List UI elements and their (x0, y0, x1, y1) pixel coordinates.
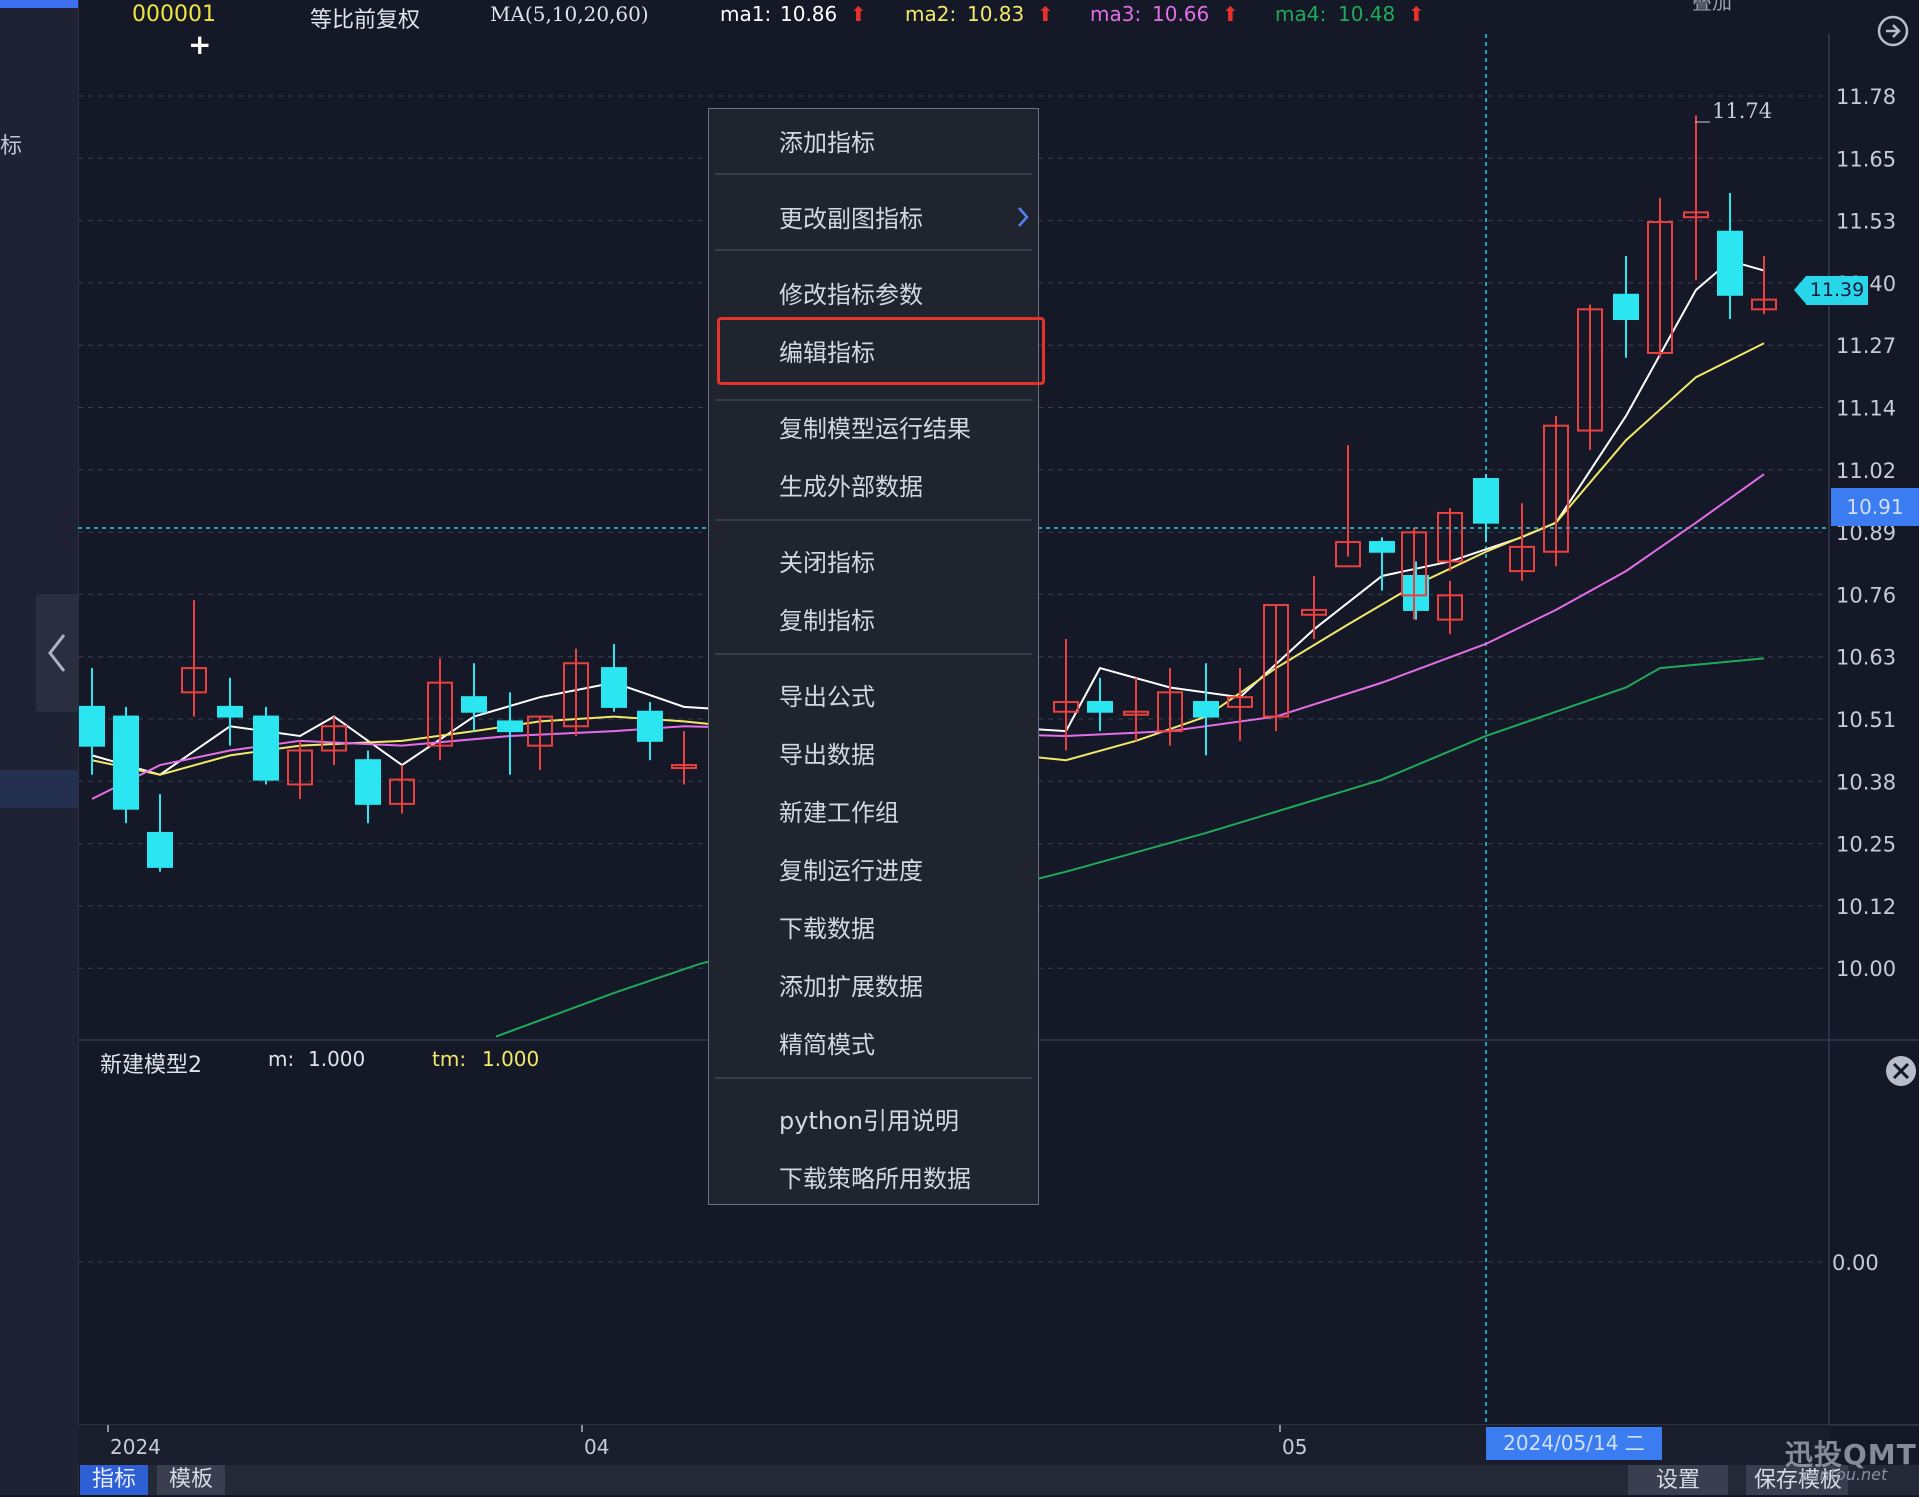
context-menu: 添加指标 更改副图指标 修改指标参数 编辑指标 复制模型运行结果 生成外部数据 … (708, 108, 1045, 1205)
menu-item-simple-mode[interactable]: 精简模式 (779, 1025, 875, 1060)
chevron-right-icon (1018, 207, 1029, 227)
menu-item-close-indicator[interactable]: 关闭指标 (779, 543, 875, 578)
subchart-m-label: m: (268, 1047, 295, 1071)
menu-separator (715, 519, 1032, 521)
menu-item-copy-run-progress[interactable]: 复制运行进度 (779, 851, 923, 886)
menu-item-download-strategy-data[interactable]: 下载策略所用数据 (779, 1159, 971, 1194)
menu-item-python-reference[interactable]: python引用说明 (779, 1101, 959, 1136)
time-axis-label: 2024 (110, 1435, 161, 1459)
price-axis-label: 10.51 (1836, 708, 1896, 732)
ma1-label: ma1: (720, 2, 772, 26)
high-price-label: 11.74 (1712, 99, 1772, 123)
menu-separator (715, 653, 1032, 655)
price-axis-label: 10.12 (1836, 895, 1896, 919)
candle-down (1193, 701, 1219, 718)
candle-down (147, 831, 173, 868)
menu-separator (715, 249, 1032, 251)
subchart-tm-label: tm: (432, 1047, 467, 1071)
ma2-label: ma2: (905, 2, 957, 26)
candle-down (355, 759, 381, 805)
ma3-value: 10.66 (1152, 2, 1210, 26)
ma-indicator-name[interactable]: MA(5,10,20,60) (490, 2, 649, 26)
time-axis-label: 05 (1282, 1435, 1307, 1459)
tab-template[interactable]: 模板 (157, 1465, 226, 1495)
tab-indicator[interactable]: 指标 (80, 1465, 149, 1495)
menu-item-change-subchart-indicator[interactable]: 更改副图指标 (779, 199, 923, 234)
price-axis-label: 10.00 (1836, 957, 1896, 981)
menu-item-new-workgroup[interactable]: 新建工作组 (779, 793, 899, 828)
price-axis-label: 11.14 (1836, 397, 1896, 421)
price-axis-label: 11.65 (1836, 147, 1896, 171)
candle-down (497, 720, 523, 733)
highlight-box (717, 317, 1045, 385)
crosshair-date-label: 2024/05/14 二 (1486, 1427, 1662, 1460)
last-price-badge: 11.39 (1794, 276, 1868, 305)
menu-separator (715, 1077, 1032, 1079)
candle-down (1473, 478, 1499, 524)
subchart-name[interactable]: 新建模型2 (100, 1047, 202, 1079)
watermark-url: xuntou.net (1800, 1465, 1888, 1484)
menu-separator (715, 399, 1032, 401)
candle-down (217, 705, 243, 718)
candle-down (1087, 701, 1113, 713)
candle-down (601, 667, 627, 708)
ma2-up-arrow-icon: ⬆ (1037, 2, 1054, 26)
stock-code[interactable]: 000001 (132, 2, 216, 27)
price-axis-label: 10.38 (1836, 770, 1896, 794)
close-subchart-icon[interactable] (1884, 1054, 1918, 1092)
price-axis-label: 11.78 (1836, 85, 1896, 109)
menu-separator (715, 173, 1032, 175)
menu-item-export-data[interactable]: 导出数据 (779, 735, 875, 770)
ma2-value: 10.83 (967, 2, 1025, 26)
expand-icon[interactable] (1876, 14, 1910, 52)
price-axis-label: 11.27 (1836, 334, 1896, 358)
menu-item-add-indicator[interactable]: 添加指标 (779, 123, 875, 158)
menu-item-download-data[interactable]: 下载数据 (779, 909, 875, 944)
settings-button[interactable]: 设置 (1628, 1465, 1729, 1495)
menu-item-add-extended-data[interactable]: 添加扩展数据 (779, 967, 923, 1002)
price-axis-label: 11.53 (1836, 210, 1896, 234)
adjust-mode[interactable]: 等比前复权 (310, 2, 420, 34)
ma3-up-arrow-icon: ⬆ (1222, 2, 1239, 26)
menu-item-modify-indicator-params[interactable]: 修改指标参数 (779, 275, 923, 310)
candle-down (253, 715, 279, 781)
menu-item-export-formula[interactable]: 导出公式 (779, 677, 875, 712)
price-axis-label: 10.63 (1836, 646, 1896, 670)
price-axis-label: 10.76 (1836, 583, 1896, 607)
candle-down (1613, 293, 1639, 321)
ma1-up-arrow-icon: ⬆ (850, 2, 867, 26)
candle-down (1369, 541, 1395, 553)
price-axis-labels: 11.7811.6511.5311.4011.2711.1411.0210.89… (1836, 85, 1896, 981)
menu-item-generate-external-data[interactable]: 生成外部数据 (779, 467, 923, 502)
candle-down (461, 696, 487, 713)
menu-item-copy-indicator[interactable]: 复制指标 (779, 601, 875, 636)
menu-item-copy-model-results[interactable]: 复制模型运行结果 (779, 409, 971, 444)
candle-down (113, 715, 139, 810)
time-axis-label: 04 (584, 1435, 609, 1459)
subchart-tm-value: 1.000 (482, 1047, 540, 1071)
candle-down (1717, 230, 1743, 296)
candle-down (637, 710, 663, 742)
current-price-label: 10.91 (1831, 488, 1919, 526)
overlay-button[interactable]: 叠加 (1692, 0, 1732, 15)
ma3-label: ma3: (1090, 2, 1142, 26)
candle-down (79, 705, 105, 747)
ma4-up-arrow-icon: ⬆ (1408, 2, 1425, 26)
candle-down (1403, 574, 1429, 611)
ma4-label: ma4: (1275, 2, 1327, 26)
price-axis-label: 10.25 (1836, 833, 1896, 857)
chart-header: 000001 等比前复权 MA(5,10,20,60) ma1: 10.86 ⬆… (80, 0, 1919, 34)
subchart-m-value: 1.000 (308, 1047, 366, 1071)
subchart-zero-label: 0.00 (1832, 1251, 1879, 1275)
ma4-value: 10.48 (1338, 2, 1396, 26)
price-axis-label: 11.02 (1836, 459, 1896, 483)
ma1-value: 10.86 (780, 2, 838, 26)
